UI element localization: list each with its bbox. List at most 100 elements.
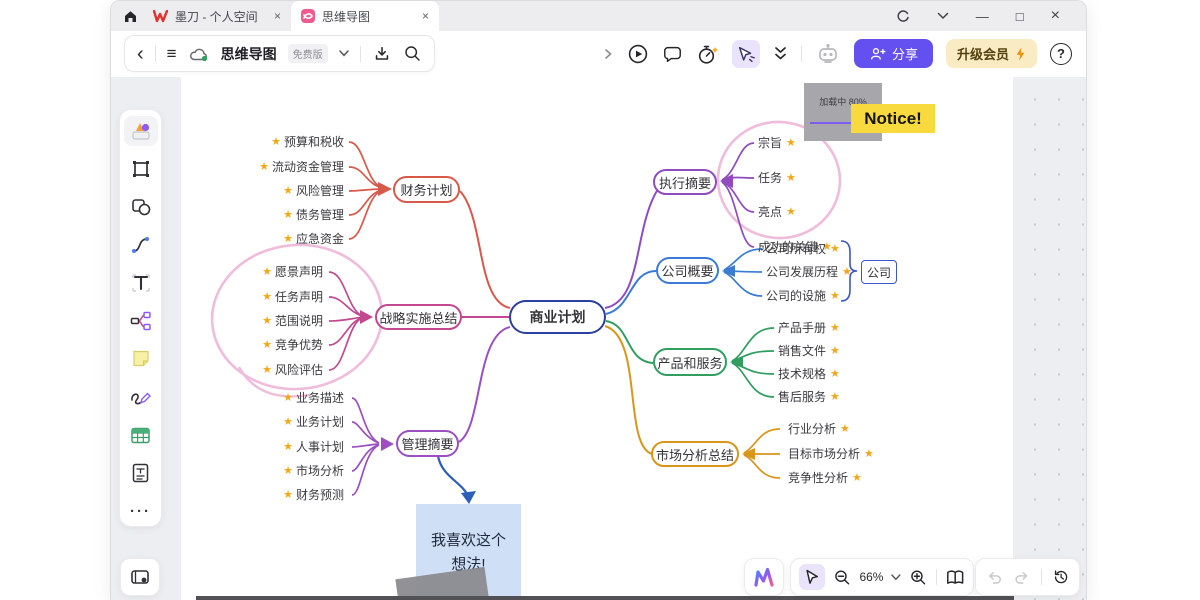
child-topic[interactable]: 技术规格★ xyxy=(778,367,840,382)
download-icon[interactable] xyxy=(372,44,392,64)
child-topic[interactable]: ★愿景声明 xyxy=(262,265,323,280)
node-market-analysis[interactable]: 市场分析总结 xyxy=(651,441,739,467)
ai-assistant-button[interactable] xyxy=(744,558,784,596)
child-topic[interactable]: ★风险管理 xyxy=(283,184,344,199)
tab-title: 墨刀 - 个人空间 xyxy=(175,8,267,25)
child-topic[interactable]: 任务★ xyxy=(758,171,796,186)
help-button[interactable]: ? xyxy=(1050,43,1072,65)
child-topic[interactable]: 宗旨★ xyxy=(758,136,796,151)
child-topic[interactable]: 竞争性分析★ xyxy=(788,471,862,486)
zoom-toolbar: 66% xyxy=(790,558,974,596)
child-topic[interactable]: 目标市场分析★ xyxy=(788,447,874,462)
close-tab-icon[interactable]: × xyxy=(274,9,281,23)
frame-icon xyxy=(130,158,152,180)
node-products-services[interactable]: 产品和服务 xyxy=(653,348,727,376)
shapes-tool[interactable] xyxy=(124,192,158,222)
node-executive-summary[interactable]: 执行摘要 xyxy=(653,169,717,195)
child-label: 风险评估 xyxy=(275,363,323,378)
upgrade-button[interactable]: 升级会员 xyxy=(946,39,1037,68)
child-label: 预算和税收 xyxy=(284,135,344,150)
node-company-annotation[interactable]: 公司 xyxy=(861,260,897,284)
document-tool[interactable] xyxy=(124,458,158,488)
star-icon: ★ xyxy=(864,447,874,462)
ai-robot-icon[interactable] xyxy=(815,42,841,66)
child-topic[interactable]: 亮点★ xyxy=(758,205,796,220)
node-finance-plan[interactable]: 财务计划 xyxy=(393,176,460,203)
child-topic[interactable]: ★市场分析 xyxy=(283,464,344,479)
guide-book-icon[interactable] xyxy=(945,568,965,587)
child-topic[interactable]: 销售文件★ xyxy=(778,344,840,359)
share-button[interactable]: 分享 xyxy=(854,39,933,68)
close-window-button[interactable]: × xyxy=(1051,7,1060,25)
child-topic[interactable]: ★业务计划 xyxy=(283,415,344,430)
templates-tool[interactable] xyxy=(124,116,158,146)
star-icon: ★ xyxy=(786,171,796,186)
back-button[interactable]: ‹ xyxy=(137,44,144,64)
child-topic[interactable]: 公司所有权★ xyxy=(766,242,840,257)
child-topic[interactable]: ★预算和税收 xyxy=(271,135,344,150)
child-topic[interactable]: ★竞争优势 xyxy=(262,338,323,353)
table-tool[interactable] xyxy=(124,420,158,450)
notice-label[interactable]: Notice! xyxy=(851,104,935,133)
zoom-in-icon[interactable] xyxy=(909,568,927,587)
more-tools-button[interactable]: ··· xyxy=(124,496,158,526)
child-topic[interactable]: 行业分析★ xyxy=(788,422,850,437)
node-company-overview[interactable]: 公司概要 xyxy=(656,257,719,284)
document-icon xyxy=(130,462,151,484)
chevron-down-icon[interactable] xyxy=(339,50,349,57)
mindmap-tool[interactable] xyxy=(124,306,158,336)
frame-tool[interactable] xyxy=(124,154,158,184)
redo-icon[interactable] xyxy=(1013,568,1030,587)
laser-pointer-tool-selected[interactable] xyxy=(732,40,760,68)
child-topic[interactable]: ★范围说明 xyxy=(262,314,323,329)
dark-bar-shape[interactable] xyxy=(196,596,1014,600)
child-topic[interactable]: ★业务描述 xyxy=(283,391,344,406)
child-topic[interactable]: 公司的设施★ xyxy=(766,289,840,304)
star-icon: ★ xyxy=(271,135,281,150)
chevron-down-icon[interactable] xyxy=(937,12,949,20)
refresh-icon[interactable] xyxy=(896,9,910,23)
child-topic[interactable]: ★债务管理 xyxy=(283,208,344,223)
search-icon[interactable] xyxy=(403,44,422,63)
child-topic[interactable]: ★流动资金管理 xyxy=(259,160,344,175)
star-icon: ★ xyxy=(262,363,272,378)
undo-icon[interactable] xyxy=(986,568,1003,587)
whiteboard-canvas[interactable]: 财务计划 战略实施总结 管理摘要 商业计划 执行摘要 公司概要 产品和服务 市场… xyxy=(111,77,1087,600)
child-topic[interactable]: ★风险评估 xyxy=(262,363,323,378)
select-tool-selected[interactable] xyxy=(799,564,825,590)
minimap-button[interactable] xyxy=(120,558,160,596)
tab-personal-space[interactable]: 墨刀 - 个人空间 × xyxy=(143,1,291,31)
zoom-out-icon[interactable] xyxy=(833,568,851,587)
text-tool[interactable] xyxy=(124,268,158,298)
chevron-down-icon[interactable] xyxy=(891,574,901,581)
tab-mindmap[interactable]: 思维导图 × xyxy=(291,1,439,31)
child-topic[interactable]: 产品手册★ xyxy=(778,321,840,336)
sticky-note-tool[interactable] xyxy=(124,344,158,374)
collapse-double-chevron-icon[interactable] xyxy=(773,46,788,62)
child-topic[interactable]: 公司发展历程★ xyxy=(766,265,852,280)
zoom-level[interactable]: 66% xyxy=(859,570,883,584)
child-topic[interactable]: ★财务预测 xyxy=(283,488,344,503)
maximize-button[interactable]: □ xyxy=(1016,9,1024,24)
table-icon xyxy=(129,425,152,446)
child-label: 市场分析 xyxy=(296,464,344,479)
node-root-business-plan[interactable]: 商业计划 xyxy=(509,300,606,334)
star-icon: ★ xyxy=(283,208,293,223)
comment-icon[interactable] xyxy=(662,44,683,64)
child-topic[interactable]: ★应急资金 xyxy=(283,232,344,247)
node-strategy-summary[interactable]: 战略实施总结 xyxy=(375,304,462,330)
node-management-summary[interactable]: 管理摘要 xyxy=(396,430,459,457)
pen-tool[interactable] xyxy=(124,382,158,412)
connector-tool[interactable] xyxy=(124,230,158,260)
expand-chevron-icon[interactable] xyxy=(602,47,614,61)
child-topic[interactable]: 售后服务★ xyxy=(778,390,840,405)
close-tab-icon[interactable]: × xyxy=(422,9,429,23)
minimize-button[interactable]: — xyxy=(976,9,989,24)
home-button[interactable] xyxy=(117,4,143,28)
child-topic[interactable]: ★任务声明 xyxy=(262,290,323,305)
child-topic[interactable]: ★人事计划 xyxy=(283,440,344,455)
history-icon[interactable] xyxy=(1052,567,1069,587)
timer-icon[interactable] xyxy=(696,43,719,65)
present-play-icon[interactable] xyxy=(627,43,649,65)
menu-button[interactable]: ≡ xyxy=(167,44,177,64)
